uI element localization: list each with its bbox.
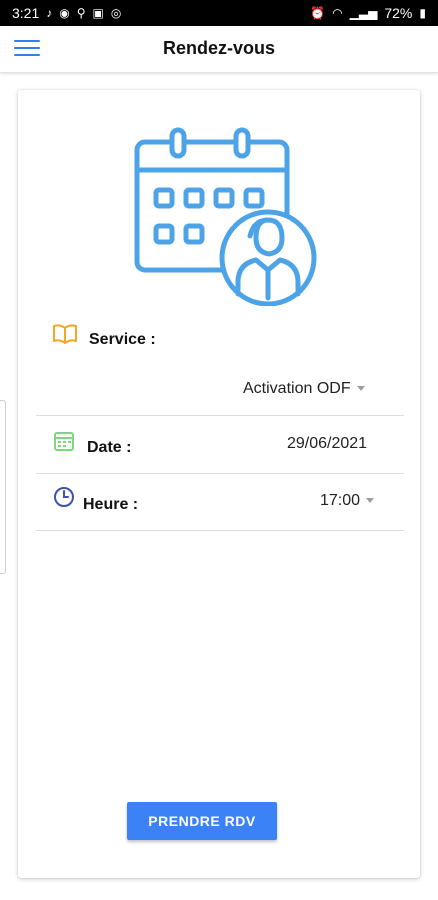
date-label: Date :: [87, 439, 132, 456]
messenger-icon: ◉: [59, 6, 70, 20]
tiktok-icon: ♪: [46, 6, 53, 20]
drawer-edge[interactable]: [0, 400, 6, 574]
divider: [36, 473, 404, 474]
alarm-icon: ⏰: [310, 6, 326, 20]
service-label: Service :: [89, 331, 156, 348]
status-time: 3:21: [12, 5, 40, 21]
battery-percent: 72%: [384, 5, 413, 21]
battery-icon: ▮: [419, 6, 426, 20]
signal-icon: ▁▃▅: [349, 6, 378, 20]
clock-icon: [54, 487, 74, 507]
time-label: Heure :: [83, 496, 139, 513]
gallery-icon: ▣: [92, 6, 104, 20]
status-bar: 3:21 ♪ ◉ ⚲ ▣ ◎ ⏰ ◠ ▁▃▅ 72% ▮: [0, 0, 438, 26]
chevron-down-icon: [356, 386, 365, 392]
appointment-card: Service : Activation ODF Date : 29/06/20…: [18, 90, 420, 878]
book-icon: [53, 324, 77, 344]
app-bar: Rendez-vous: [0, 26, 438, 73]
calendar-icon: [54, 432, 74, 451]
page-title: Rendez-vous: [162, 38, 276, 58]
status-left: 3:21 ♪ ◉ ⚲ ▣ ◎: [12, 5, 121, 21]
calendar-user-illustration: [134, 127, 317, 306]
usb-icon: ⚲: [76, 6, 86, 20]
chevron-down-icon: [366, 498, 375, 504]
book-appointment-button[interactable]: PRENDRE RDV: [127, 802, 277, 840]
divider: [36, 530, 404, 531]
status-right: ⏰ ◠ ▁▃▅ 72% ▮: [310, 5, 426, 21]
time-select[interactable]: 17:00: [320, 492, 375, 510]
service-value: Activation ODF: [243, 380, 351, 397]
divider: [36, 415, 404, 416]
time-value: 17:00: [320, 492, 361, 509]
wifi-icon: ◠: [332, 6, 343, 20]
instagram-icon: ◎: [110, 6, 122, 20]
service-select[interactable]: Activation ODF: [243, 380, 413, 398]
date-field[interactable]: 29/06/2021: [287, 435, 367, 453]
